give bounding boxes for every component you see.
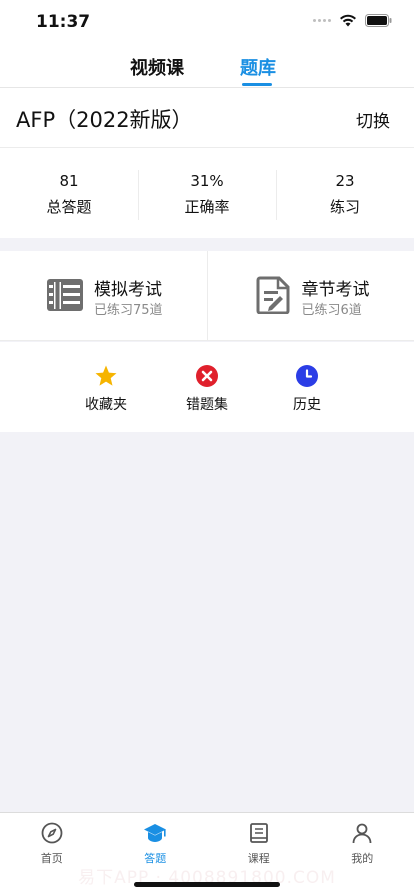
- wrong-questions-button[interactable]: 错题集: [177, 364, 237, 414]
- exam-list-icon: [47, 279, 83, 311]
- shortcut-label: 历史: [293, 397, 321, 413]
- stats-panel: 81 总答题 31% 正确率 23 练习: [0, 148, 414, 238]
- tab-video-course[interactable]: 视频课: [130, 54, 184, 80]
- clock-icon: [296, 365, 318, 387]
- status-icons: [313, 14, 392, 27]
- top-tabs: 视频课 题库: [0, 44, 414, 88]
- stat-value: 23: [335, 172, 355, 190]
- shortcut-label: 错题集: [186, 397, 228, 413]
- exam-header: AFP（2022新版） 切换: [0, 88, 414, 148]
- status-bar: 11:37: [0, 0, 414, 44]
- chapter-exam-card[interactable]: 章节考试 已练习6道: [206, 251, 414, 340]
- close-circle-icon: [196, 365, 218, 387]
- stat-label: 总答题: [46, 198, 92, 216]
- stat-label: 练习: [329, 198, 360, 216]
- graduation-cap-icon: [144, 824, 167, 842]
- stat-accuracy: 31% 正确率: [138, 148, 276, 238]
- exam-modes: 模拟考试 已练习75道 章节考试 已练习6道: [0, 251, 414, 341]
- shortcuts-panel: 收藏夹 错题集 历史: [0, 342, 414, 432]
- home-indicator: [134, 882, 280, 887]
- tab-question-bank[interactable]: 题库: [240, 54, 276, 80]
- battery-icon: [365, 14, 392, 27]
- favorites-button[interactable]: 收藏夹: [76, 364, 136, 414]
- status-time: 11:37: [36, 12, 91, 32]
- shortcut-label: 收藏夹: [85, 397, 127, 413]
- mode-subtitle: 已练习6道: [301, 303, 362, 318]
- stat-practice[interactable]: 23 练习: [276, 148, 414, 238]
- exam-title: AFP（2022新版）: [16, 108, 193, 132]
- stat-total-answered: 81 总答题: [0, 148, 138, 238]
- cellular-signal-icon: [313, 19, 331, 22]
- user-icon: [352, 823, 372, 844]
- document-edit-icon: [256, 276, 289, 314]
- stat-value: 31%: [190, 172, 224, 190]
- compass-icon: [41, 822, 63, 844]
- star-icon: [95, 365, 117, 386]
- wifi-icon: [340, 14, 356, 27]
- mode-title: 模拟考试: [94, 280, 162, 300]
- stat-label: 正确率: [184, 198, 230, 216]
- active-tab-indicator: [242, 83, 272, 86]
- mode-title: 章节考试: [301, 280, 370, 300]
- mode-subtitle: 已练习75道: [94, 303, 163, 318]
- book-icon: [249, 823, 268, 843]
- stat-value: 81: [59, 172, 79, 190]
- mock-exam-card[interactable]: 模拟考试 已练习75道: [0, 251, 207, 340]
- history-button[interactable]: 历史: [277, 364, 337, 414]
- switch-exam-button[interactable]: 切换: [356, 107, 390, 132]
